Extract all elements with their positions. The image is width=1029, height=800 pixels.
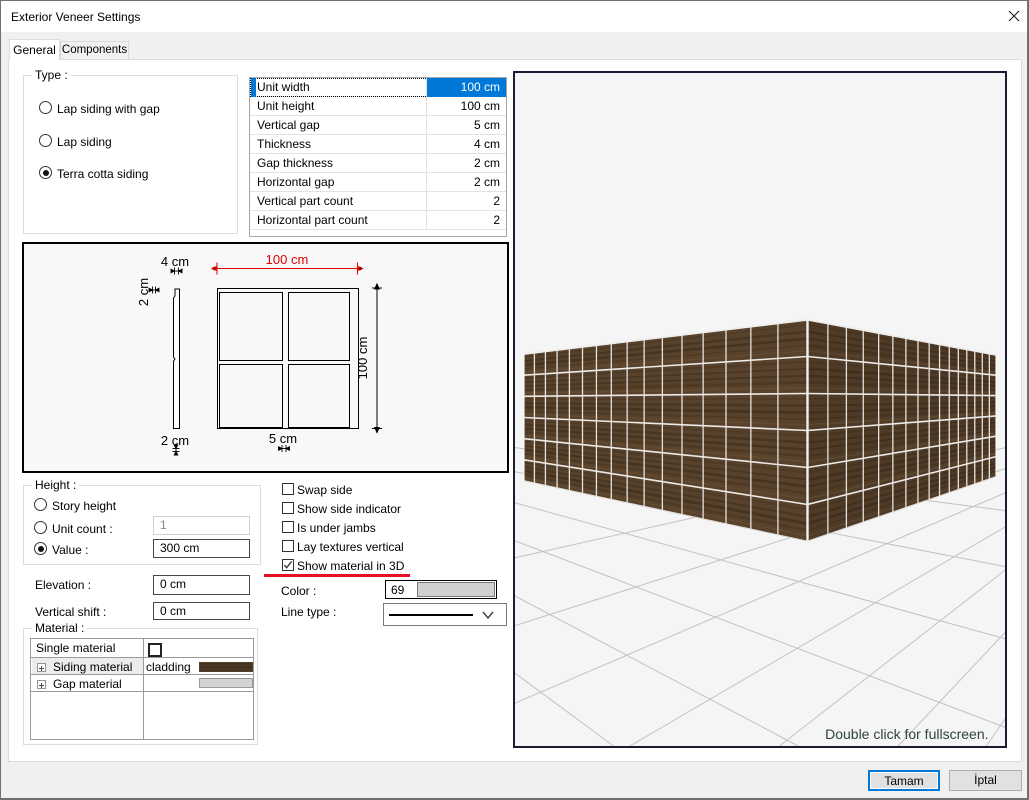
svg-text:Double click for fullscreen.: Double click for fullscreen. bbox=[825, 726, 988, 742]
svg-text:100 cm: 100 cm bbox=[355, 337, 370, 380]
svg-text:4 cm: 4 cm bbox=[161, 254, 189, 269]
svg-text:100 cm: 100 cm bbox=[266, 252, 309, 267]
svg-text:5 cm: 5 cm bbox=[269, 431, 297, 446]
